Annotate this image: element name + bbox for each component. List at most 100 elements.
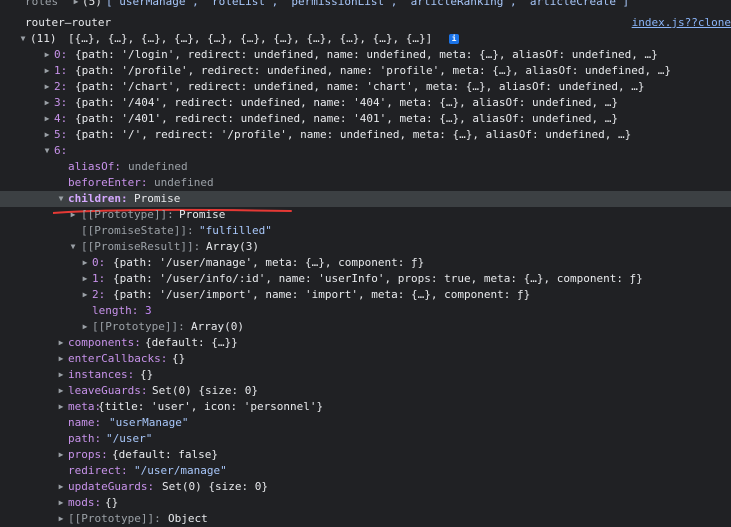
prop-name: name: "userManage": [0, 415, 731, 431]
prop-key: leaveGuards:: [68, 384, 148, 397]
prop-key: instances:: [68, 368, 135, 381]
prop-key: mods:: [68, 496, 102, 509]
collapse-arrow-icon[interactable]: ▼: [42, 143, 52, 159]
child-route-summary: {path: '/user/manage', meta: {…}, compon…: [113, 256, 425, 269]
child-route-row[interactable]: ▶ 1: {path: '/user/info/:id', name: 'userI…: [0, 271, 731, 287]
expand-arrow-icon[interactable]: ▶: [42, 79, 52, 95]
prop-value: {default: {…}}: [145, 336, 238, 349]
prop-key: components:: [68, 336, 141, 349]
prop-prototype3[interactable]: ▶ [[Prototype]]: Object: [0, 511, 731, 527]
collapse-arrow-icon[interactable]: ▼: [68, 239, 78, 255]
expand-arrow-icon[interactable]: ▶: [56, 479, 66, 495]
expand-arrow-icon[interactable]: ▶: [42, 127, 52, 143]
route-row[interactable]: ▶ 3: {path: '/404', redirect: undefined, n…: [0, 95, 731, 111]
expand-arrow-icon[interactable]: ▶: [56, 335, 66, 351]
prop-value: {}: [105, 496, 119, 509]
prop-key: props:: [68, 448, 108, 461]
collapse-arrow-icon[interactable]: ▼: [56, 191, 66, 207]
route-row[interactable]: ▶ 2: {path: '/chart', redirect: undefined,…: [0, 79, 731, 95]
prop-promise-result[interactable]: ▼ [[PromiseResult]]: Array(3): [0, 239, 731, 255]
expand-arrow-icon[interactable]: ▶: [56, 511, 66, 527]
expand-arrow-icon[interactable]: ▶: [56, 447, 66, 463]
route-summary: {path: '/chart', redirect: undefined, na…: [75, 80, 645, 93]
route-6-row[interactable]: ▼ 6:: [0, 143, 731, 159]
prop-enterCallbacks[interactable]: ▶ enterCallbacks: {}: [0, 351, 731, 367]
prop-value: "userManage": [109, 416, 189, 429]
prop-components[interactable]: ▶ components: {default: {…}}: [0, 335, 731, 351]
prop-key: updateGuards:: [68, 480, 155, 493]
prop-value: {}: [140, 368, 154, 381]
route-row[interactable]: ▶ 0: {path: '/login', redirect: undefined,…: [0, 47, 731, 63]
route-index: 5:: [54, 128, 68, 141]
roles-label: roles: [25, 0, 59, 8]
prop-meta[interactable]: ▶ meta: {title: 'user', icon: 'personnel'}: [0, 399, 731, 415]
route-row[interactable]: ▶ 5: {path: '/', redirect: '/profile', nam…: [0, 127, 731, 143]
route-summary: {path: '/login', redirect: undefined, na…: [75, 48, 658, 61]
prop-promise-state: [[PromiseState]]: "fulfilled": [81, 224, 272, 237]
child-route-index: 0:: [92, 256, 106, 269]
prop-value: {default: false}: [112, 448, 218, 461]
prop-key: enterCallbacks:: [68, 352, 168, 365]
prop-props[interactable]: ▶ props: {default: false}: [0, 447, 731, 463]
prop-value: Set(0) {size: 0}: [162, 480, 268, 493]
route-summary: {path: '/401', redirect: undefined, name…: [75, 112, 619, 125]
child-route-index: 1:: [92, 272, 106, 285]
prop-updateGuards[interactable]: ▶ updateGuards: Set(0) {size: 0}: [0, 479, 731, 495]
prop-children[interactable]: ▼ children: Promise: [0, 191, 731, 207]
array-count: (11): [30, 32, 57, 45]
expand-arrow-icon[interactable]: ▶: [42, 111, 52, 127]
child-route-row[interactable]: ▶ 2: {path: '/user/import', name: 'import'…: [0, 287, 731, 303]
prop-redirect: redirect: "/user/manage": [0, 463, 731, 479]
expand-arrow-icon[interactable]: ▶: [42, 95, 52, 111]
prop-instances[interactable]: ▶ instances: {}: [0, 367, 731, 383]
array-items: [{…}, {…}, {…}, {…}, {…}, {…}, {…}, {…},…: [68, 32, 433, 45]
expand-arrow-icon[interactable]: ▶: [56, 351, 66, 367]
route-index: 0:: [54, 48, 68, 61]
prop-value: Object: [168, 512, 208, 525]
info-icon[interactable]: i: [449, 34, 459, 44]
route-index: 4:: [54, 112, 68, 125]
prop-value: {title: 'user', icon: 'personnel'}: [98, 400, 324, 413]
route-summary: {path: '/profile', redirect: undefined, …: [75, 64, 672, 77]
prop-value: "/user": [106, 432, 153, 445]
prop-key: path:: [68, 432, 102, 445]
prop-key: name:: [68, 416, 102, 429]
expand-arrow-icon[interactable]: ▶: [56, 383, 66, 399]
roles-expand-arrow-icon[interactable]: ▶: [71, 0, 81, 10]
roles-items: ['userManage', 'roleList', 'permissionLi…: [106, 0, 630, 8]
prop-length: length: 3: [92, 304, 152, 317]
prop-key: redirect:: [68, 464, 128, 477]
expand-arrow-icon[interactable]: ▶: [80, 271, 90, 287]
console-log-header: router—router index.js??clone: [0, 15, 731, 31]
routes-array-summary[interactable]: ▼ (11) [{…}, {…}, {…}, {…}, {…}, {…}, {……: [0, 31, 731, 47]
route-row[interactable]: ▶ 4: {path: '/401', redirect: undefined, n…: [0, 111, 731, 127]
route-summary: {path: '/404', redirect: undefined, name…: [75, 96, 619, 109]
roles-count: (5): [82, 0, 102, 8]
prop-key: [[Prototype]]:: [68, 512, 161, 525]
expand-arrow-icon[interactable]: ▶: [42, 63, 52, 79]
expand-arrow-icon[interactable]: ▶: [56, 399, 66, 415]
expand-arrow-icon[interactable]: ▶: [68, 207, 78, 223]
route-index: 3:: [54, 96, 68, 109]
prop-beforeEnter: beforeEnter: undefined: [68, 176, 214, 189]
expand-arrow-icon[interactable]: ▶: [80, 255, 90, 271]
source-link[interactable]: index.js??clone: [632, 15, 731, 31]
child-route-row[interactable]: ▶ 0: {path: '/user/manage', meta: {…}, com…: [0, 255, 731, 271]
log-title: router—router: [25, 16, 112, 29]
route-6-index: 6:: [54, 144, 68, 157]
prop-value: Set(0) {size: 0}: [152, 384, 258, 397]
prop-mods[interactable]: ▶ mods:{}: [0, 495, 731, 511]
child-route-summary: {path: '/user/import', name: 'import', m…: [113, 288, 531, 301]
expand-arrow-icon[interactable]: ▶: [56, 495, 66, 511]
collapse-arrow-icon[interactable]: ▼: [18, 31, 28, 47]
expand-arrow-icon[interactable]: ▶: [56, 367, 66, 383]
prop-leaveGuards[interactable]: ▶ leaveGuards: Set(0) {size: 0}: [0, 383, 731, 399]
prop-prototype-array[interactable]: ▶ [[Prototype]]: Array(0): [0, 319, 731, 335]
prop-value: {}: [172, 352, 186, 365]
expand-arrow-icon[interactable]: ▶: [80, 319, 90, 335]
expand-arrow-icon[interactable]: ▶: [42, 47, 52, 63]
child-route-summary: {path: '/user/info/:id', name: 'userInfo…: [113, 272, 643, 285]
expand-arrow-icon[interactable]: ▶: [80, 287, 90, 303]
route-row[interactable]: ▶ 1: {path: '/profile', redirect: undefine…: [0, 63, 731, 79]
prop-prototype-promise[interactable]: ▶ [[Prototype]]: Promise: [0, 207, 731, 223]
